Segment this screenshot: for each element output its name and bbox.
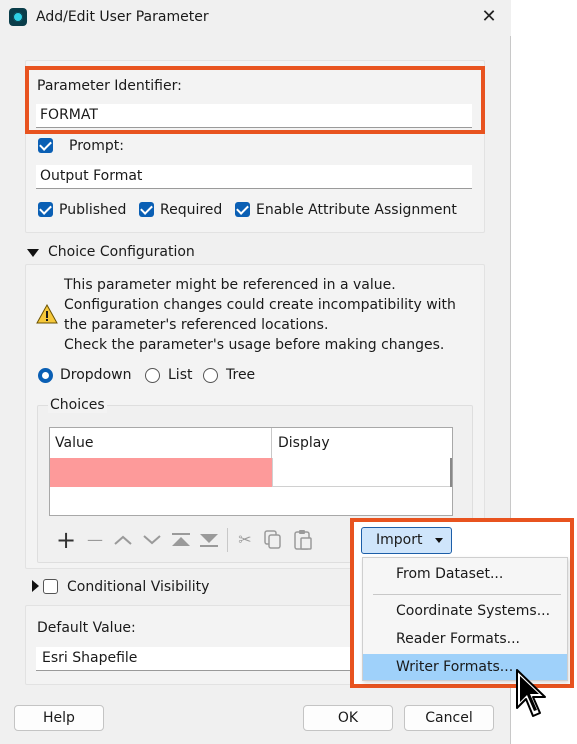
add-icon[interactable]: +: [55, 528, 77, 552]
expand-conditional-visibility-icon[interactable]: [32, 580, 39, 592]
choices-table[interactable]: Value Display: [49, 427, 453, 516]
conditional-visibility-checkbox[interactable]: [43, 579, 58, 594]
conditional-visibility-label: Conditional Visibility: [67, 579, 210, 595]
prompt-checkbox[interactable]: [38, 138, 53, 153]
table-row-display-cell[interactable]: [272, 458, 451, 487]
published-label: Published: [59, 202, 127, 218]
move-bottom-icon[interactable]: [199, 532, 219, 548]
cancel-button[interactable]: Cancel: [404, 705, 494, 731]
chevron-down-icon: [435, 538, 443, 543]
import-menu: From Dataset... Coordinate Systems... Re…: [362, 557, 568, 681]
prompt-label: Prompt:: [69, 138, 124, 154]
copy-icon[interactable]: [264, 530, 282, 550]
move-down-icon[interactable]: [142, 534, 162, 546]
move-up-icon[interactable]: [113, 534, 133, 546]
warning-line-3: the parameter's referenced locations.: [64, 317, 329, 333]
tree-label: Tree: [226, 367, 256, 383]
warning-line-1: This parameter might be referenced in a …: [64, 277, 396, 293]
title-bar: Add/Edit User Parameter ✕: [0, 0, 511, 36]
prompt-input[interactable]: Output Format: [36, 165, 472, 189]
import-button-label: Import: [376, 532, 423, 548]
value-column-label: Value: [55, 435, 94, 451]
display-column-header[interactable]: Display: [273, 428, 453, 458]
default-value-label: Default Value:: [37, 620, 136, 636]
enable-attribute-assignment-checkbox[interactable]: [235, 202, 250, 217]
warning-line-4: Check the parameter's usage before makin…: [64, 337, 445, 353]
enable-attribute-assignment-label: Enable Attribute Assignment: [256, 202, 457, 218]
tree-radio[interactable]: [203, 368, 218, 383]
table-row-value-cell[interactable]: [50, 458, 272, 487]
cut-icon[interactable]: ✂: [234, 530, 256, 550]
warning-line-2: Configuration changes could create incom…: [64, 297, 456, 313]
import-button[interactable]: Import: [361, 527, 452, 554]
menu-separator: [373, 594, 561, 595]
help-button[interactable]: Help: [14, 705, 104, 731]
warning-icon: [36, 304, 58, 324]
default-value-input[interactable]: Esri Shapefile: [36, 647, 366, 671]
list-radio[interactable]: [145, 368, 160, 383]
remove-icon[interactable]: —: [84, 530, 106, 550]
choice-configuration-heading[interactable]: Choice Configuration: [48, 244, 195, 260]
toolbar-divider: [227, 528, 228, 552]
dropdown-radio[interactable]: [38, 368, 53, 383]
display-column-label: Display: [278, 435, 330, 451]
table-scrollbar[interactable]: [450, 458, 452, 487]
list-label: List: [168, 367, 193, 383]
menu-item-coordinate-systems[interactable]: Coordinate Systems...: [363, 598, 567, 624]
paste-icon[interactable]: [293, 529, 313, 551]
published-checkbox[interactable]: [38, 202, 53, 217]
required-label: Required: [160, 202, 223, 218]
close-icon[interactable]: ✕: [478, 6, 500, 28]
collapse-choice-configuration-icon[interactable]: [27, 249, 39, 257]
menu-item-from-dataset[interactable]: From Dataset...: [363, 561, 567, 587]
ok-button[interactable]: OK: [303, 705, 393, 731]
mouse-cursor-icon: [516, 669, 546, 717]
menu-item-reader-formats[interactable]: Reader Formats...: [363, 626, 567, 652]
app-icon: [9, 8, 27, 26]
dropdown-label: Dropdown: [60, 367, 132, 383]
choices-label: Choices: [48, 397, 107, 413]
window-title: Add/Edit User Parameter: [36, 9, 209, 25]
required-checkbox[interactable]: [139, 202, 154, 217]
identifier-callout-box: [25, 66, 485, 134]
value-column-header[interactable]: Value: [50, 428, 272, 458]
move-top-icon[interactable]: [171, 532, 191, 548]
